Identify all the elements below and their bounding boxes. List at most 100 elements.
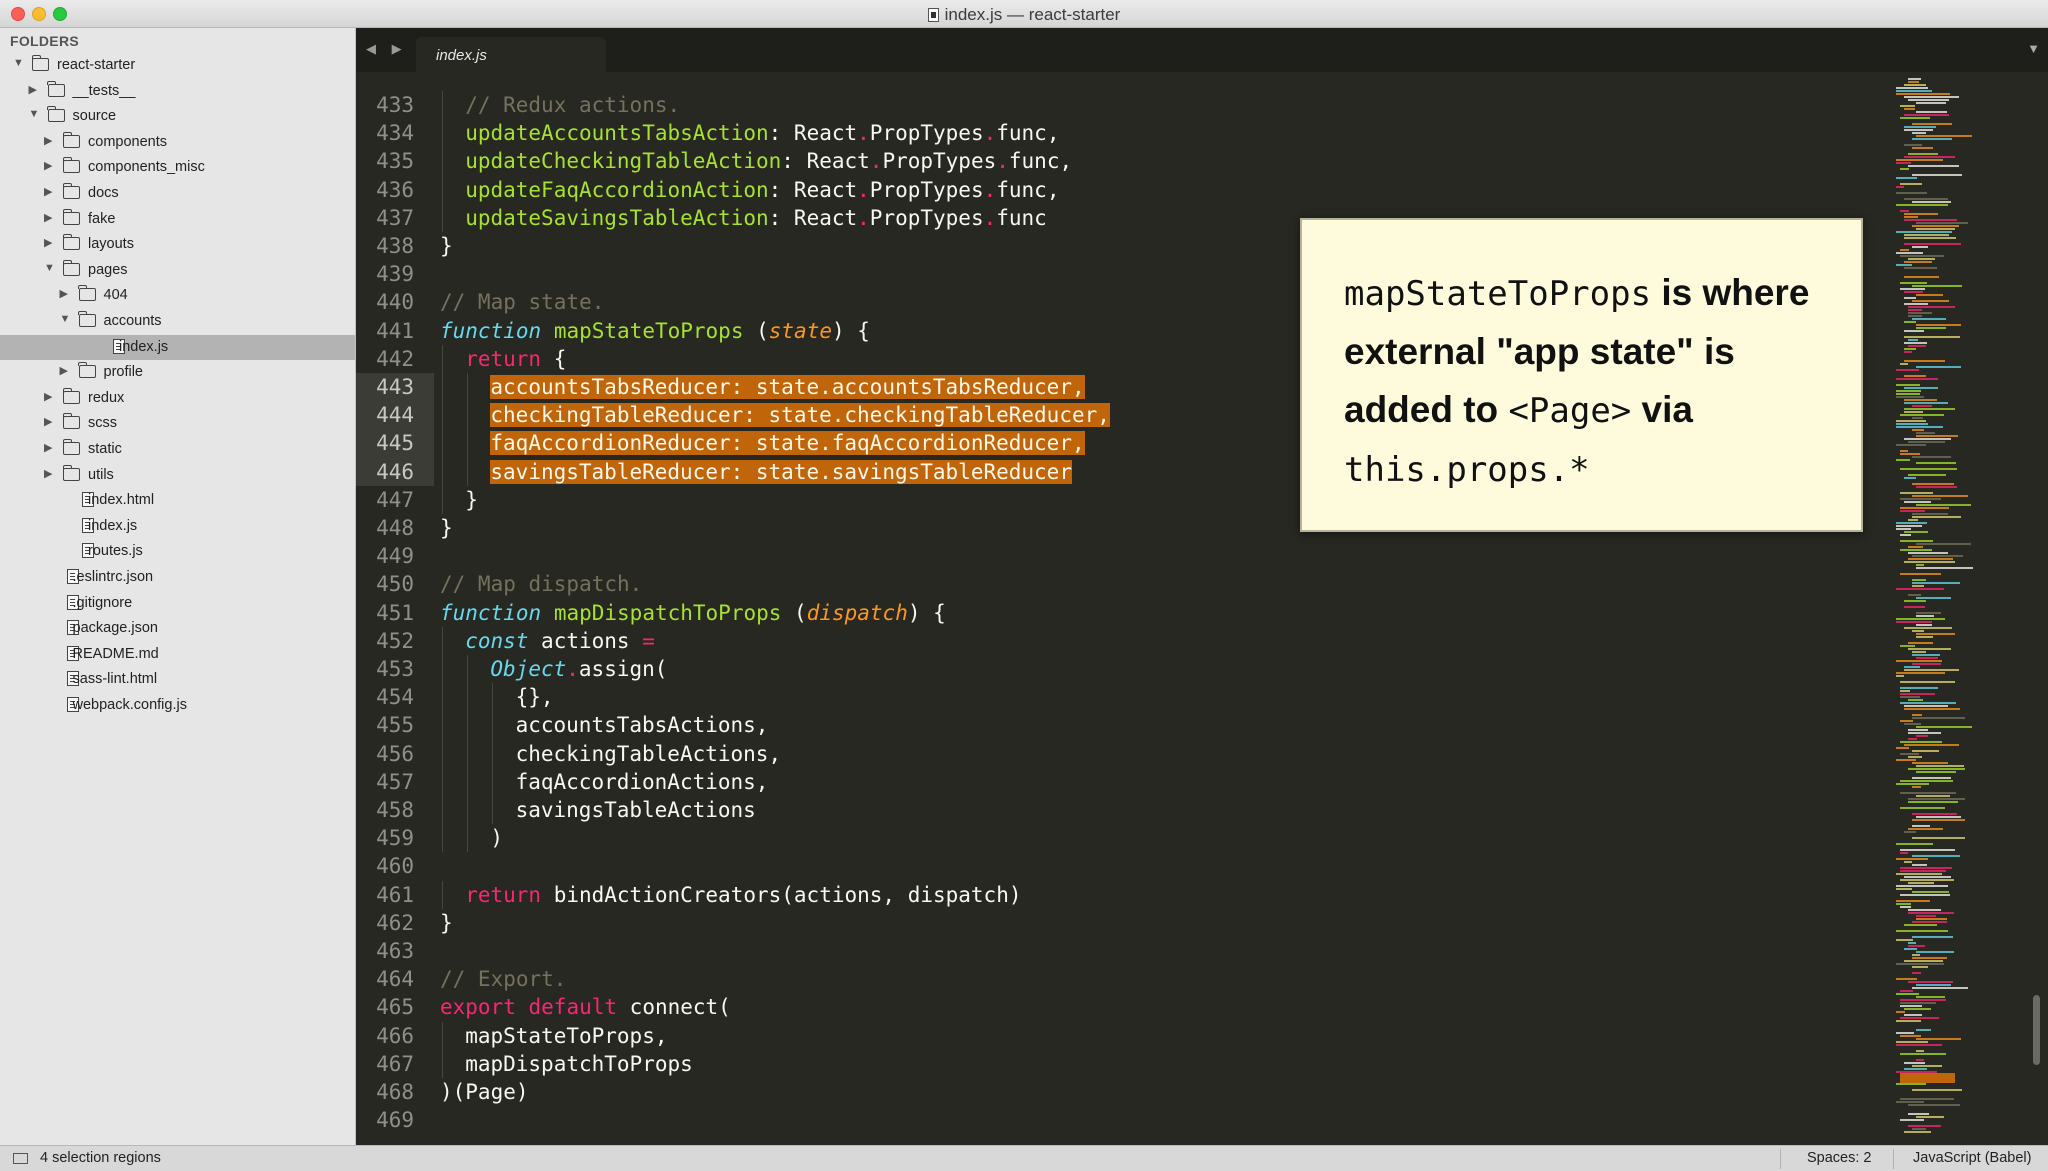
minimap-line bbox=[1896, 939, 1913, 941]
sidebar-folder[interactable]: ▶ 404 bbox=[0, 283, 355, 308]
disclosure-closed-icon[interactable]: ▶ bbox=[44, 159, 56, 172]
disclosure-closed-icon[interactable]: ▶ bbox=[60, 364, 72, 377]
disclosure-closed-icon[interactable]: ▶ bbox=[44, 415, 56, 428]
sidebar-file[interactable]: index.js bbox=[0, 514, 355, 539]
indent-guide bbox=[467, 796, 469, 825]
code-line: 463 bbox=[356, 937, 1856, 965]
minimap-line bbox=[1904, 144, 1922, 146]
minimap-line bbox=[1904, 297, 1916, 299]
minimap-line bbox=[1904, 708, 1960, 710]
disclosure-closed-icon[interactable]: ▶ bbox=[44, 441, 56, 454]
minimap-line bbox=[1904, 606, 1925, 608]
sidebar-folder[interactable]: ▶ profile bbox=[0, 360, 355, 385]
tab-index-js[interactable]: index.js bbox=[416, 37, 606, 72]
minimap-line bbox=[1908, 99, 1949, 101]
line-number: 467 bbox=[376, 1051, 414, 1076]
line-code: } bbox=[465, 486, 478, 514]
sidebar-folder[interactable]: ▼ react-starter bbox=[0, 53, 355, 78]
sidebar-folder[interactable]: ▼ accounts bbox=[0, 309, 355, 334]
sidebar-file[interactable]: index.html bbox=[0, 488, 355, 513]
minimap-line bbox=[1896, 264, 1912, 266]
sidebar-file[interactable]: .eslintrc.json bbox=[0, 565, 355, 590]
minimap-line bbox=[1904, 1131, 1931, 1133]
line-code: ) bbox=[490, 824, 503, 852]
line-number: 433 bbox=[376, 93, 414, 117]
minimap-line bbox=[1912, 837, 1965, 839]
code-line: 461 return bindActionCreators(actions, di… bbox=[356, 880, 1856, 909]
sidebar-item-label: docs bbox=[88, 185, 119, 201]
sidebar-file[interactable]: package.json bbox=[0, 616, 355, 641]
line-number: 454 bbox=[376, 685, 414, 710]
disclosure-closed-icon[interactable]: ▶ bbox=[44, 134, 56, 147]
sidebar-folder[interactable]: ▶ scss bbox=[0, 411, 355, 436]
code-token: ( bbox=[743, 318, 769, 343]
tab-dropdown-icon[interactable]: ▼ bbox=[2027, 41, 2040, 56]
indent-guide bbox=[467, 655, 469, 684]
indent-guide bbox=[467, 683, 469, 712]
sidebar-folder[interactable]: ▶ __tests__ bbox=[0, 79, 355, 104]
disclosure-open-icon[interactable]: ▼ bbox=[29, 108, 41, 120]
indent-guide bbox=[467, 739, 469, 768]
sidebar-folder[interactable]: ▶ components_misc bbox=[0, 155, 355, 180]
syntax-status[interactable]: JavaScript (Babel) bbox=[1913, 1150, 2031, 1166]
sidebar-folder[interactable]: ▶ static bbox=[0, 437, 355, 462]
indent-guide bbox=[442, 429, 443, 458]
status-divider bbox=[1893, 1149, 1894, 1169]
folder-icon bbox=[78, 285, 96, 302]
sidebar-file[interactable]: README.md bbox=[0, 642, 355, 667]
tab-nav-arrows[interactable]: ◀ ▶ bbox=[366, 41, 408, 57]
sidebar-file[interactable]: index.js bbox=[0, 334, 355, 360]
code-line: 467 mapDispatchToProps bbox=[356, 1049, 1856, 1078]
code-token: func bbox=[996, 205, 1047, 230]
minimap-line bbox=[1908, 1113, 1929, 1115]
minimap-line bbox=[1900, 999, 1946, 1001]
disclosure-closed-icon[interactable]: ▶ bbox=[44, 211, 56, 224]
indent-guide bbox=[467, 401, 469, 430]
disclosure-open-icon[interactable]: ▼ bbox=[13, 57, 25, 69]
code-token: updateFaqAccordionAction bbox=[465, 177, 769, 202]
vertical-scrollbar[interactable] bbox=[2033, 995, 2040, 1065]
disclosure-open-icon[interactable]: ▼ bbox=[44, 262, 56, 274]
minimap-line bbox=[1900, 792, 1956, 794]
indent-guide bbox=[492, 796, 494, 825]
sidebar-file[interactable]: routes.js bbox=[0, 539, 355, 564]
minimap-line bbox=[1900, 183, 1922, 185]
sidebar-file[interactable]: webpack.config.js bbox=[0, 693, 355, 718]
sidebar-folder[interactable]: ▶ redux bbox=[0, 386, 355, 411]
sidebar-file[interactable]: sass-lint.html bbox=[0, 667, 355, 692]
minimap[interactable] bbox=[1890, 72, 2030, 1145]
code-line: 455 accountsTabsActions, bbox=[356, 711, 1856, 740]
sidebar-folder[interactable]: ▶ docs bbox=[0, 181, 355, 206]
panel-toggle-icon[interactable] bbox=[13, 1153, 28, 1164]
disclosure-closed-icon[interactable]: ▶ bbox=[44, 467, 56, 480]
disclosure-closed-icon[interactable]: ▶ bbox=[44, 236, 56, 249]
indent-guide bbox=[467, 373, 469, 402]
minimap-line bbox=[1916, 1059, 1924, 1061]
sidebar-folder[interactable]: ▶ layouts bbox=[0, 232, 355, 257]
disclosure-closed-icon[interactable]: ▶ bbox=[44, 185, 56, 198]
disclosure-closed-icon[interactable]: ▶ bbox=[44, 390, 56, 403]
disclosure-closed-icon[interactable]: ▶ bbox=[29, 83, 41, 96]
code-token: . bbox=[983, 121, 997, 146]
indentation-status[interactable]: Spaces: 2 bbox=[1807, 1150, 1872, 1166]
sidebar-folder[interactable]: ▶ components bbox=[0, 130, 355, 155]
sidebar-item-label: README.md bbox=[72, 645, 159, 662]
line-number: 456 bbox=[376, 741, 414, 766]
code-token: checkingTableActions, bbox=[515, 741, 782, 766]
disclosure-open-icon[interactable]: ▼ bbox=[60, 313, 72, 325]
line-number: 444 bbox=[376, 403, 414, 428]
sidebar-file[interactable]: .gitignore bbox=[0, 591, 355, 616]
disclosure-closed-icon[interactable]: ▶ bbox=[60, 287, 72, 300]
minimap-line bbox=[1896, 1083, 1926, 1085]
sidebar-folder[interactable]: ▼ pages bbox=[0, 258, 355, 283]
minimap-line bbox=[1916, 432, 1935, 434]
sidebar-folder[interactable]: ▶ fake bbox=[0, 207, 355, 232]
sidebar-folder[interactable]: ▶ utils bbox=[0, 463, 355, 488]
minimap-line bbox=[1912, 936, 1953, 938]
sidebar-folder[interactable]: ▼ source bbox=[0, 104, 355, 129]
minimap-line bbox=[1916, 504, 1971, 506]
code-token: function bbox=[440, 600, 542, 625]
code-line: 453 Object.assign( bbox=[356, 655, 1856, 684]
minimap-line bbox=[1904, 477, 1916, 479]
minimap-line bbox=[1904, 213, 1938, 215]
